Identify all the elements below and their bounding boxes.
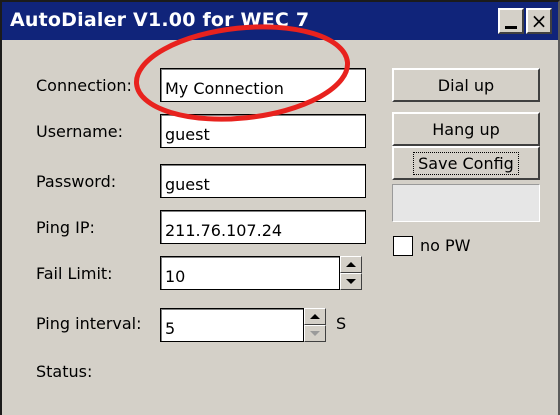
close-button[interactable]: ×	[526, 8, 552, 34]
ping-ip-label: Ping IP:	[36, 218, 95, 237]
password-field[interactable]	[160, 164, 366, 198]
hang-up-label: Hang up	[432, 119, 500, 139]
ping-interval-field[interactable]	[160, 308, 304, 342]
fail-limit-stepper[interactable]	[340, 256, 362, 290]
username-field[interactable]	[160, 114, 366, 148]
save-config-label: Save Config	[413, 151, 519, 175]
status-label: Status:	[36, 362, 93, 381]
status-indicator-box	[392, 184, 540, 222]
ping-interval-stepper[interactable]	[304, 308, 326, 342]
connection-label: Connection:	[36, 76, 132, 95]
no-pw-checkbox[interactable]	[393, 236, 413, 256]
ping-interval-unit: S	[336, 314, 347, 333]
app-window: AutoDialer V1.00 for WEC 7 × Connection:…	[0, 0, 560, 415]
chevron-up-icon	[310, 314, 320, 319]
ping-ip-field[interactable]	[160, 210, 366, 244]
fail-limit-field[interactable]	[160, 256, 340, 290]
minimize-button[interactable]	[498, 8, 524, 34]
no-pw-label: no PW	[420, 236, 471, 255]
hang-up-button[interactable]: Hang up	[392, 112, 540, 146]
connection-field[interactable]	[160, 68, 366, 102]
ping-interval-label: Ping interval:	[36, 314, 142, 333]
window-title: AutoDialer V1.00 for WEC 7	[10, 9, 310, 31]
ping-interval-up-button[interactable]	[304, 308, 326, 325]
password-label: Password:	[36, 172, 117, 191]
ping-interval-down-button[interactable]	[304, 325, 326, 342]
chevron-down-icon	[346, 279, 356, 284]
dial-up-button[interactable]: Dial up	[392, 68, 540, 102]
minimize-icon	[505, 25, 517, 29]
fail-limit-down-button[interactable]	[340, 273, 362, 290]
fail-limit-up-button[interactable]	[340, 256, 362, 273]
title-bar[interactable]: AutoDialer V1.00 for WEC 7 ×	[2, 2, 558, 40]
chevron-down-icon	[310, 331, 320, 336]
save-config-button[interactable]: Save Config	[392, 146, 540, 180]
fail-limit-label: Fail Limit:	[36, 264, 113, 283]
dial-up-label: Dial up	[437, 75, 495, 95]
chevron-up-icon	[346, 262, 356, 267]
username-label: Username:	[36, 122, 123, 141]
close-icon: ×	[530, 9, 548, 33]
